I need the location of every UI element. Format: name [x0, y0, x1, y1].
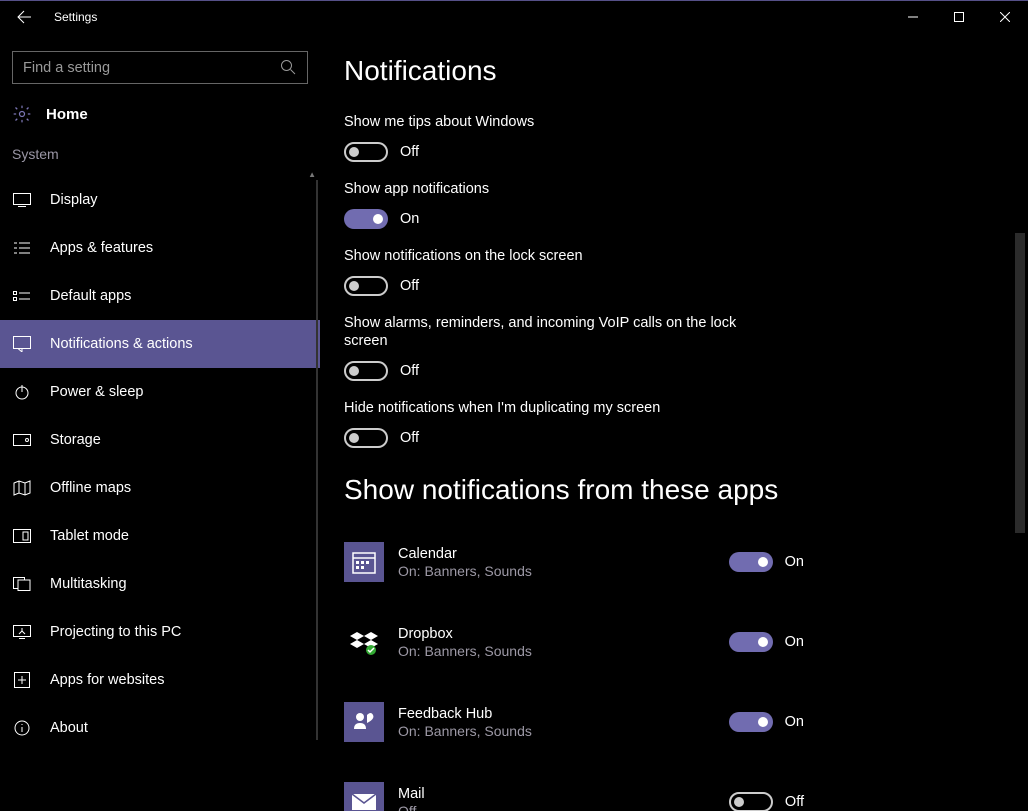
- sidebar-item-label: Apps & features: [50, 240, 153, 256]
- sidebar-item-label: Multitasking: [50, 576, 127, 592]
- offline-maps-icon: [12, 478, 32, 498]
- apps-features-icon: [12, 238, 32, 258]
- setting-alarms-state: Off: [400, 363, 419, 379]
- projecting-icon: [12, 622, 32, 642]
- app-dropbox-state: On: [785, 634, 804, 650]
- sidebar-item-apps-websites[interactable]: Apps for websites: [0, 656, 320, 704]
- app-status: On: Banners, Sounds: [398, 643, 729, 659]
- about-icon: [12, 718, 32, 738]
- apps-websites-icon: [12, 670, 32, 690]
- content-pane: Notifications Show me tips about Windows…: [320, 33, 1012, 811]
- app-feedback-state: On: [785, 714, 804, 730]
- setting-duplicate-toggle[interactable]: [344, 428, 388, 448]
- setting-alarms-toggle[interactable]: [344, 361, 388, 381]
- section-label: System: [0, 142, 320, 176]
- sidebar-item-label: About: [50, 720, 88, 736]
- storage-icon: [12, 430, 32, 450]
- back-button[interactable]: [0, 1, 48, 33]
- sidebar-item-default-apps[interactable]: Default apps: [0, 272, 320, 320]
- app-name: Feedback Hub: [398, 706, 729, 722]
- sidebar-item-apps-features[interactable]: Apps & features: [0, 224, 320, 272]
- titlebar: Settings: [0, 1, 1028, 33]
- sidebar-item-label: Power & sleep: [50, 384, 144, 400]
- app-row-calendar[interactable]: CalendarOn: Banners, Sounds On: [344, 534, 804, 590]
- app-row-mail[interactable]: MailOffOff: [344, 774, 804, 811]
- setting-app-notifs-state: On: [400, 211, 419, 227]
- app-status: On: Banners, Sounds: [398, 563, 729, 579]
- sidebar-item-power-sleep[interactable]: Power & sleep: [0, 368, 320, 416]
- close-button[interactable]: [982, 1, 1028, 33]
- sidebar-item-label: Display: [50, 192, 98, 208]
- setting-lock-toggle[interactable]: [344, 276, 388, 296]
- setting-label-lock: Show notifications on the lock screen: [344, 247, 774, 266]
- feedback-app-icon: [344, 702, 384, 742]
- minimize-button[interactable]: [890, 1, 936, 33]
- app-mail-state: Off: [785, 794, 804, 810]
- sidebar-item-tablet-mode[interactable]: Tablet mode: [0, 512, 320, 560]
- sidebar-item-label: Offline maps: [50, 480, 131, 496]
- gear-icon: [12, 104, 32, 124]
- app-row-feedback[interactable]: Feedback HubOn: Banners, Sounds On: [344, 694, 804, 750]
- setting-label-tips: Show me tips about Windows: [344, 113, 774, 132]
- sidebar-item-label: Projecting to this PC: [50, 624, 181, 640]
- setting-duplicate-state: Off: [400, 430, 419, 446]
- app-mail-toggle[interactable]: [729, 792, 773, 811]
- app-name: Dropbox: [398, 626, 729, 642]
- window-title: Settings: [54, 10, 97, 24]
- app-calendar-toggle[interactable]: [729, 552, 773, 572]
- default-apps-icon: [12, 286, 32, 306]
- sidebar-item-label: Storage: [50, 432, 101, 448]
- app-name: Calendar: [398, 546, 729, 562]
- mail-app-icon: [344, 782, 384, 811]
- sidebar-item-label: Default apps: [50, 288, 131, 304]
- app-dropbox-toggle[interactable]: [729, 632, 773, 652]
- notifications-icon: [12, 334, 32, 354]
- sidebar-item-offline-maps[interactable]: Offline maps: [0, 464, 320, 512]
- sidebar-item-notifications[interactable]: Notifications & actions: [0, 320, 320, 368]
- calendar-app-icon: [344, 542, 384, 582]
- home-label: Home: [46, 106, 88, 123]
- search-input[interactable]: [12, 51, 308, 84]
- tablet-mode-icon: [12, 526, 32, 546]
- setting-tips-toggle[interactable]: [344, 142, 388, 162]
- setting-app-notifs-toggle[interactable]: [344, 209, 388, 229]
- app-row-dropbox[interactable]: DropboxOn: Banners, Sounds On: [344, 614, 804, 670]
- app-status: Off: [398, 803, 729, 811]
- home-link[interactable]: Home: [0, 104, 320, 142]
- sidebar-item-display[interactable]: Display: [0, 176, 320, 224]
- display-icon: [12, 190, 32, 210]
- apps-heading: Show notifications from these apps: [344, 474, 982, 506]
- sidebar-item-storage[interactable]: Storage: [0, 416, 320, 464]
- power-sleep-icon: [12, 382, 32, 402]
- setting-tips-state: Off: [400, 144, 419, 160]
- app-calendar-state: On: [785, 554, 804, 570]
- sidebar-item-label: Apps for websites: [50, 672, 164, 688]
- setting-label-alarms: Show alarms, reminders, and incoming VoI…: [344, 314, 774, 352]
- sidebar-item-label: Notifications & actions: [50, 336, 193, 352]
- content-scrollbar[interactable]: [1012, 33, 1028, 811]
- sidebar-item-multitasking[interactable]: Multitasking: [0, 560, 320, 608]
- setting-lock-state: Off: [400, 278, 419, 294]
- app-status: On: Banners, Sounds: [398, 723, 729, 739]
- maximize-button[interactable]: [936, 1, 982, 33]
- sidebar: Home System ▲DisplayApps & featuresDefau…: [0, 33, 320, 811]
- app-name: Mail: [398, 786, 729, 802]
- setting-label-duplicate: Hide notifications when I'm duplicating …: [344, 399, 774, 418]
- sidebar-item-label: Tablet mode: [50, 528, 129, 544]
- page-heading: Notifications: [344, 55, 982, 87]
- sidebar-item-projecting[interactable]: Projecting to this PC: [0, 608, 320, 656]
- setting-label-app-notifs: Show app notifications: [344, 180, 774, 199]
- dropbox-app-icon: [344, 622, 384, 662]
- app-feedback-toggle[interactable]: [729, 712, 773, 732]
- multitasking-icon: [12, 574, 32, 594]
- sidebar-item-about[interactable]: About: [0, 704, 320, 752]
